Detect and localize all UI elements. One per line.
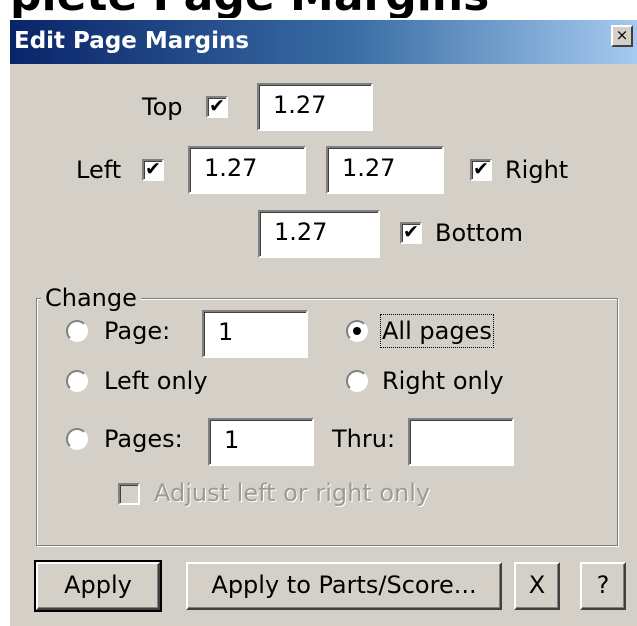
top-label: Top: [142, 93, 183, 121]
left-label: Left: [76, 156, 122, 184]
apply-button[interactable]: Apply: [34, 560, 162, 612]
bottom-label: Bottom: [435, 219, 524, 247]
pages-from-input[interactable]: 1: [208, 418, 314, 466]
bottom-checkbox[interactable]: ✔: [400, 222, 422, 244]
help-button[interactable]: ?: [580, 562, 626, 610]
all-pages-radio[interactable]: [346, 320, 368, 342]
change-group-legend: Change: [41, 284, 141, 312]
left-only-label: Left only: [104, 367, 208, 395]
x-button[interactable]: X: [514, 562, 560, 610]
thru-label: Thru:: [332, 425, 396, 453]
pages-label: Pages:: [104, 425, 183, 453]
partial-heading: plete Page Margins: [10, 0, 489, 18]
right-only-label: Right only: [382, 367, 504, 395]
close-icon[interactable]: ×: [611, 25, 633, 47]
page-label: Page:: [104, 317, 171, 345]
right-only-radio[interactable]: [346, 370, 368, 392]
title-bar[interactable]: Edit Page Margins ×: [10, 20, 637, 64]
right-label: Right: [505, 156, 569, 184]
thru-input[interactable]: [408, 418, 514, 466]
page-input[interactable]: 1: [202, 310, 308, 358]
all-pages-label: All pages: [380, 314, 494, 348]
radio-selected-dot: [353, 327, 361, 335]
pages-radio[interactable]: [66, 428, 88, 450]
adjust-checkbox[interactable]: [118, 483, 140, 505]
adjust-label: Adjust left or right only: [154, 479, 431, 507]
right-checkbox[interactable]: ✔: [470, 159, 492, 181]
left-checkbox[interactable]: ✔: [142, 159, 164, 181]
edit-page-margins-dialog: Edit Page Margins × Top ✔ 1.27 Left ✔ 1.…: [8, 18, 637, 626]
top-checkbox[interactable]: ✔: [206, 96, 228, 118]
left-margin-input[interactable]: 1.27: [188, 146, 306, 194]
window-title: Edit Page Margins: [14, 28, 250, 54]
page-radio[interactable]: [66, 320, 88, 342]
right-margin-input[interactable]: 1.27: [326, 146, 444, 194]
bottom-margin-input[interactable]: 1.27: [258, 210, 380, 258]
apply-to-parts-button[interactable]: Apply to Parts/Score...: [186, 562, 502, 610]
left-only-radio[interactable]: [66, 370, 88, 392]
top-margin-input[interactable]: 1.27: [257, 83, 373, 131]
